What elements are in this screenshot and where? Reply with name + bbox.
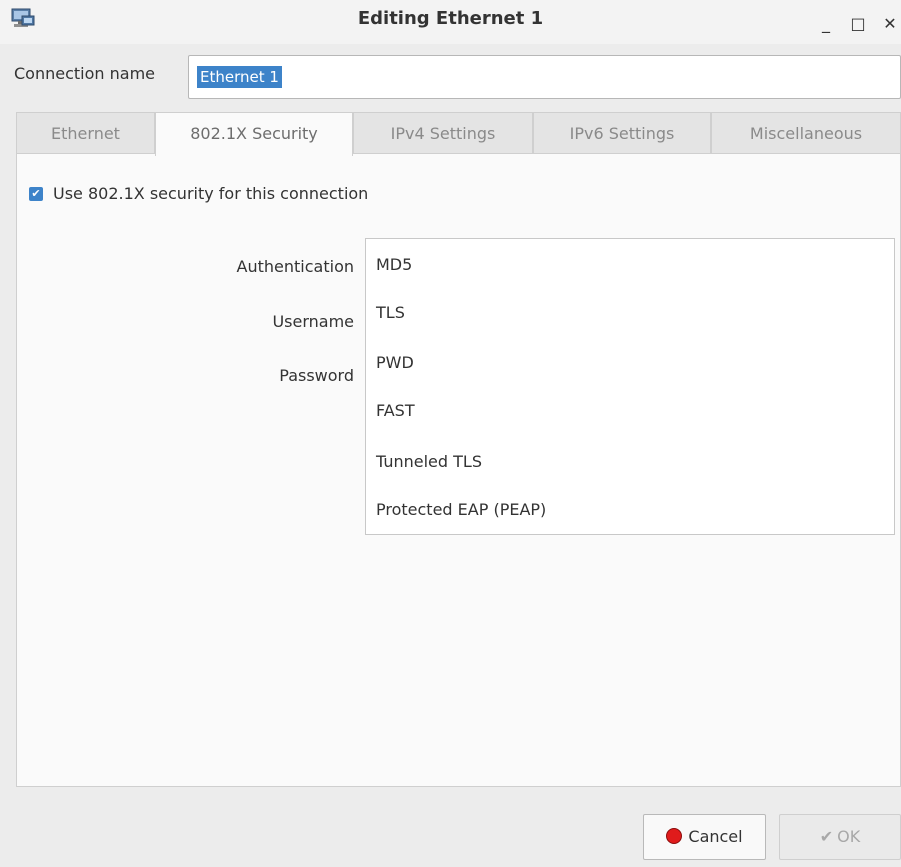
cancel-icon bbox=[666, 828, 683, 844]
checkmark-icon: ✔ bbox=[819, 827, 834, 846]
username-label: Username bbox=[272, 312, 354, 331]
tab-8021x-security[interactable]: 802.1X Security bbox=[155, 112, 353, 156]
tab-ipv6-settings[interactable]: IPv6 Settings bbox=[533, 112, 711, 154]
title-bar[interactable]: Editing Ethernet 1 _ □ ✕ bbox=[0, 0, 901, 44]
auth-option-pwd[interactable]: PWD bbox=[376, 353, 414, 372]
close-button[interactable]: ✕ bbox=[880, 14, 900, 34]
password-label: Password bbox=[279, 366, 354, 385]
authentication-dropdown-list[interactable]: MD5 TLS PWD FAST Tunneled TLS Protected … bbox=[365, 238, 895, 535]
editing-connection-window: Editing Ethernet 1 _ □ ✕ Connection name… bbox=[0, 0, 901, 867]
auth-option-tls[interactable]: TLS bbox=[376, 303, 405, 322]
minimize-button[interactable]: _ bbox=[816, 14, 836, 34]
cancel-button[interactable]: Cancel bbox=[643, 814, 766, 860]
tab-miscellaneous[interactable]: Miscellaneous bbox=[711, 112, 901, 154]
authentication-label: Authentication bbox=[236, 257, 354, 276]
auth-option-md5[interactable]: MD5 bbox=[376, 255, 412, 274]
connection-name-input[interactable]: Ethernet 1 bbox=[188, 55, 901, 99]
connection-name-label: Connection name bbox=[14, 64, 155, 83]
ok-button-label: OK bbox=[837, 827, 861, 846]
use-8021x-label[interactable]: Use 802.1X security for this connection bbox=[53, 184, 368, 203]
auth-option-tunneled-tls[interactable]: Tunneled TLS bbox=[376, 452, 482, 471]
use-8021x-checkbox[interactable]: ✔ bbox=[29, 187, 43, 201]
tab-bar: Ethernet 802.1X Security IPv4 Settings I… bbox=[16, 112, 901, 156]
auth-option-fast[interactable]: FAST bbox=[376, 401, 415, 420]
tab-ethernet[interactable]: Ethernet bbox=[16, 112, 155, 154]
tab-ipv4-settings[interactable]: IPv4 Settings bbox=[353, 112, 533, 154]
auth-option-peap[interactable]: Protected EAP (PEAP) bbox=[376, 500, 546, 519]
ok-button[interactable]: ✔ OK bbox=[779, 814, 901, 860]
security-panel: ✔ Use 802.1X security for this connectio… bbox=[16, 153, 901, 787]
window-title: Editing Ethernet 1 bbox=[357, 8, 544, 29]
maximize-button[interactable]: □ bbox=[848, 14, 868, 34]
connection-name-value: Ethernet 1 bbox=[197, 66, 282, 88]
cancel-button-label: Cancel bbox=[688, 827, 743, 846]
